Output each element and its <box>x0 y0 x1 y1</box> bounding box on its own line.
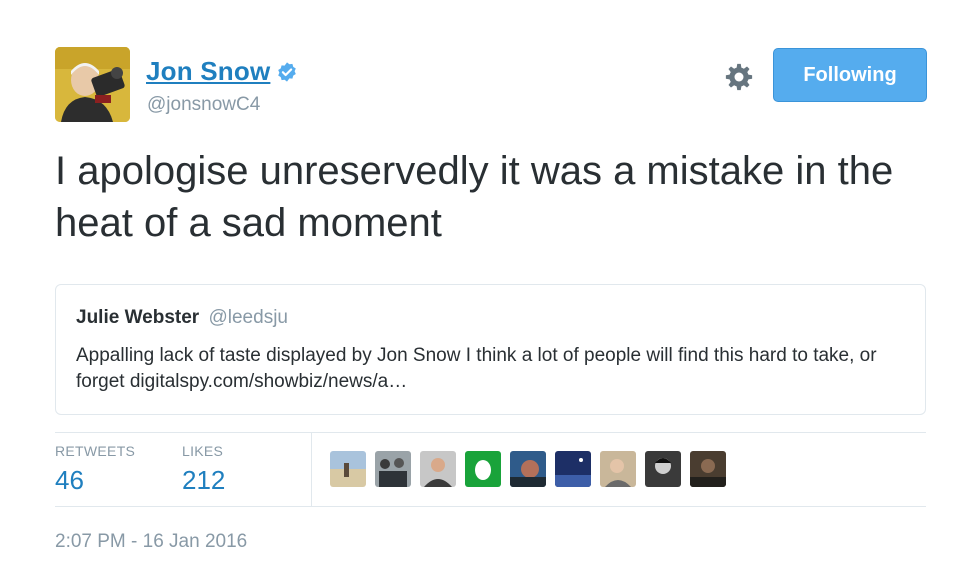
quoted-tweet-text: Appalling lack of taste displayed by Jon… <box>76 345 877 392</box>
bw-portrait-avatar[interactable] <box>645 451 681 487</box>
likes-stat[interactable]: LIKES 212 <box>182 443 225 496</box>
stats-bottom-divider <box>55 506 926 507</box>
verified-badge-icon <box>278 61 297 82</box>
beach-photo-avatar[interactable] <box>330 451 366 487</box>
retweets-label: RETWEETS <box>55 443 136 459</box>
following-button[interactable]: Following <box>773 48 927 102</box>
gear-icon[interactable] <box>724 62 754 92</box>
portrait-photo-avatar[interactable] <box>510 451 546 487</box>
quoted-author-name[interactable]: Julie Webster <box>76 307 199 328</box>
tweet-text: I apologise unreservedly it was a mistak… <box>55 149 894 245</box>
tweet-timestamp[interactable]: 2:07 PM - 16 Jan 2016 <box>55 531 247 553</box>
liker-avatars <box>330 451 735 487</box>
dark-portrait-avatar[interactable] <box>690 451 726 487</box>
older-man-avatar[interactable] <box>600 451 636 487</box>
retweets-count: 46 <box>55 465 84 495</box>
quoted-tweet[interactable]: Julie Webster @leedsju Appalling lack of… <box>55 284 926 415</box>
author-handle[interactable]: @jonsnowC4 <box>147 94 260 116</box>
author-name-link[interactable]: Jon Snow <box>146 56 270 87</box>
stats-top-divider <box>55 432 926 433</box>
night-sky-avatar[interactable] <box>555 451 591 487</box>
group-photo-avatar[interactable] <box>375 451 411 487</box>
likes-label: LIKES <box>182 443 224 459</box>
man-photo-avatar[interactable] <box>420 451 456 487</box>
author-avatar[interactable] <box>55 47 130 122</box>
stats-separator <box>311 432 312 506</box>
likes-count: 212 <box>182 465 226 495</box>
egg-default-avatar[interactable] <box>465 451 501 487</box>
quoted-author-handle[interactable]: @leedsju <box>208 307 288 328</box>
retweets-stat[interactable]: RETWEETS 46 <box>55 443 135 496</box>
